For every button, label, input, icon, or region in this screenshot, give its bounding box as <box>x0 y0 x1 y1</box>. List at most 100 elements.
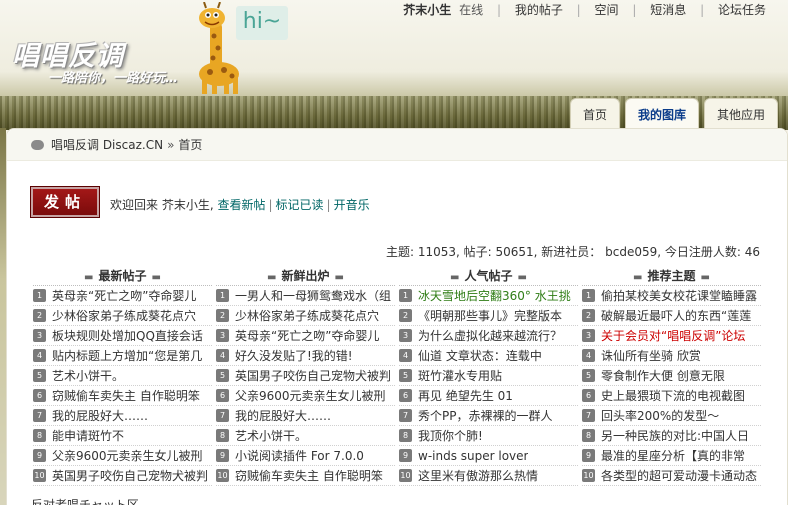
thread-row: 10 各类型的超可爱动漫卡通动态 <box>582 466 761 486</box>
thread-row: 6 再见 绝望先生 01 <box>399 386 578 406</box>
rank-number-icon: 2 <box>216 309 229 322</box>
forum-stats: 主题: 11053, 帖子: 50651, 新进社员： bcde059, 今日注… <box>385 245 760 259</box>
rank-number-icon: 9 <box>216 449 229 462</box>
heading-bar-icon: ▬ <box>334 272 344 283</box>
online-status[interactable]: 在线 <box>459 3 483 17</box>
thread-title-link[interactable]: 秀个PP，赤裸裸的一群人 <box>418 406 552 425</box>
thread-title-link[interactable]: 我的屁股好大…… <box>52 406 148 425</box>
thread-title-link[interactable]: 艺术小饼干。 <box>235 426 307 445</box>
username-link[interactable]: 芥末小生 <box>403 3 451 17</box>
rank-number-icon: 7 <box>582 409 595 422</box>
thread-title-link[interactable]: 英国男子咬伤自己宠物犬被判 <box>235 366 391 385</box>
music-toggle-link[interactable]: 开音乐 <box>334 198 370 212</box>
thread-row: 7 回头率200%的发型～ <box>582 406 761 426</box>
column-heading: ▬ 人气帖子 ▬ <box>399 267 578 286</box>
thread-title-link[interactable]: 这里米有傲游那么热情 <box>418 466 538 485</box>
messages-link[interactable]: 短消息 <box>650 3 686 17</box>
welcome-bar: 欢迎回来 芥末小生, 查看新帖 | 标记已读 | 开音乐 <box>110 196 370 213</box>
column-fresh-posts: ▬ 新鲜出炉 ▬ 1 一男人和一母狮鸳鸯戏水（组 2 少林俗家弟子练成葵花点穴 3 英母亲“死亡… <box>216 267 399 486</box>
column-popular-posts: ▬ 人气帖子 ▬ 1 冰天雪地后空翻360° 水王挑 2 《明朝那些事儿》完整版本 3 为什么虚… <box>399 267 582 486</box>
rank-number-icon: 2 <box>33 309 46 322</box>
thread-title-link[interactable]: 偷拍某校美女校花课堂瞌睡露 <box>601 286 757 305</box>
mark-read-link[interactable]: 标记已读 <box>276 198 324 212</box>
heading-bar-icon: ▬ <box>151 272 161 283</box>
forum-tasks-link[interactable]: 论坛任务 <box>718 3 766 17</box>
thread-title-link[interactable]: 《明朝那些事儿》完整版本 <box>418 306 562 325</box>
column-heading-label: 推荐主题 <box>647 269 696 283</box>
thread-row: 6 窃贼偷车卖失主 自作聪明笨 <box>33 386 212 406</box>
thread-row: 3 板块规则处增加QQ直接会话 <box>33 326 212 346</box>
thread-title-link[interactable]: 父亲9600元卖亲生女儿被刑 <box>52 446 203 465</box>
breadcrumb-separator: » <box>167 137 175 152</box>
nav-tab-home[interactable]: 首页 <box>569 98 620 130</box>
heading-bar-icon: ▬ <box>450 272 460 283</box>
rank-number-icon: 7 <box>216 409 229 422</box>
thread-row: 9 父亲9600元卖亲生女儿被刑 <box>33 446 212 466</box>
thread-row: 6 史上最猥琐下流的电视截图 <box>582 386 761 406</box>
breadcrumb-site-link[interactable]: 唱唱反调 Discaz.CN <box>51 136 163 153</box>
nav-tab-my-gallery[interactable]: 我的图库 <box>624 98 699 130</box>
thread-title-link[interactable]: 关于会员对“唱唱反调”论坛 <box>601 326 745 345</box>
rank-number-icon: 5 <box>33 369 46 382</box>
thread-title-link[interactable]: 再见 绝望先生 01 <box>418 386 513 405</box>
view-new-posts-link[interactable]: 查看新帖 <box>217 198 265 212</box>
hi-speech-bubble: hi~ <box>236 6 288 40</box>
thread-row: 8 另一种民族的对比:中国人日 <box>582 426 761 446</box>
rank-number-icon: 3 <box>216 329 229 342</box>
rank-number-icon: 7 <box>33 409 46 422</box>
thread-title-link[interactable]: 英母亲“死亡之吻”夺命婴儿 <box>52 286 196 305</box>
thread-row: 10 这里米有傲游那么热情 <box>399 466 578 486</box>
column-latest-posts: ▬ 最新帖子 ▬ 1 英母亲“死亡之吻”夺命婴儿 2 少林俗家弟子练成葵花点穴 3 板块规则处增… <box>33 267 216 486</box>
column-recommended-topics: ▬ 推荐主题 ▬ 1 偷拍某校美女校花课堂瞌睡露 2 破解最近最吓人的东西“莲莲 3 关于会员对… <box>582 267 765 486</box>
nav-tab-other-apps[interactable]: 其他应用 <box>703 98 778 130</box>
rank-number-icon: 4 <box>399 349 412 362</box>
thread-title-link[interactable]: 能申请斑竹不 <box>52 426 124 445</box>
new-post-button[interactable]: 发帖 <box>30 186 100 218</box>
thread-row: 7 我的屁股好大…… <box>216 406 395 426</box>
thread-title-link[interactable]: 回头率200%的发型～ <box>601 406 719 425</box>
thread-title-link[interactable]: 少林俗家弟子练成葵花点穴 <box>52 306 196 325</box>
thread-title-link[interactable]: 为什么虚拟化越来越流行？ <box>418 326 562 345</box>
space-link[interactable]: 空间 <box>595 3 619 17</box>
thread-title-link[interactable]: 艺术小饼干。 <box>52 366 124 385</box>
thread-title-link[interactable]: 各类型的超可爱动漫卡通动态 <box>601 466 757 485</box>
thread-title-link[interactable]: 窃贼偷车卖失主 自作聪明笨 <box>52 386 200 405</box>
thread-title-link[interactable]: 斑竹灌水专用贴 <box>418 366 502 385</box>
thread-row: 5 英国男子咬伤自己宠物犬被判 <box>216 366 395 386</box>
thread-title-link[interactable]: 好久没发贴了!我的错! <box>235 346 353 365</box>
thread-title-link[interactable]: 贴内标题上方增加“您是第几 <box>52 346 202 365</box>
rank-number-icon: 2 <box>582 309 595 322</box>
thread-title-link[interactable]: 少林俗家弟子练成葵花点穴 <box>235 306 379 325</box>
thread-row: 4 诛仙所有坐骑 欣赏 <box>582 346 761 366</box>
thread-title-link[interactable]: 仙道 文章状态：连载中 <box>418 346 542 365</box>
thread-title-link[interactable]: 诛仙所有坐骑 欣赏 <box>601 346 701 365</box>
thread-title-link[interactable]: 一男人和一母狮鸳鸯戏水（组 <box>235 286 391 305</box>
thread-title-link[interactable]: w-inds super lover <box>418 446 528 465</box>
column-heading: ▬ 新鲜出炉 ▬ <box>216 267 395 286</box>
hot-threads-grid: ▬ 最新帖子 ▬ 1 英母亲“死亡之吻”夺命婴儿 2 少林俗家弟子练成葵花点穴 3 板块规则处增… <box>33 267 765 486</box>
thread-title-link[interactable]: 小说阅读插件 For 7.0.0 <box>235 446 364 465</box>
thread-title-link[interactable]: 破解最近最吓人的东西“莲莲 <box>601 306 751 325</box>
thread-title-link[interactable]: 零食制作大便 创意无限 <box>601 366 725 385</box>
thread-title-link[interactable]: 另一种民族的对比:中国人日 <box>601 426 749 445</box>
thread-title-link[interactable]: 板块规则处增加QQ直接会话 <box>52 326 203 345</box>
thread-title-link[interactable]: 英母亲“死亡之吻”夺命婴儿 <box>235 326 379 345</box>
thread-row: 3 为什么虚拟化越来越流行？ <box>399 326 578 346</box>
thread-title-link[interactable]: 父亲9600元卖亲生女儿被刑 <box>235 386 386 405</box>
thread-title-link[interactable]: 英国男子咬伤自己宠物犬被判 <box>52 466 208 485</box>
breadcrumb-current: 首页 <box>178 138 203 152</box>
rank-number-icon: 3 <box>33 329 46 342</box>
thread-title-link[interactable]: 我顶你个肺! <box>418 426 483 445</box>
thread-title-link[interactable]: 最准的星座分析【真的非常 <box>601 446 745 465</box>
thread-row: 9 小说阅读插件 For 7.0.0 <box>216 446 395 466</box>
heading-bar-icon: ▬ <box>517 272 527 283</box>
thread-title-link[interactable]: 我的屁股好大…… <box>235 406 331 425</box>
next-section-heading: 反对者唱チャット区 <box>31 498 139 505</box>
rank-number-icon: 6 <box>33 389 46 402</box>
thread-title-link[interactable]: 冰天雪地后空翻360° 水王挑 <box>418 286 571 305</box>
my-posts-link[interactable]: 我的帖子 <box>515 3 563 17</box>
thread-title-link[interactable]: 窃贼偷车卖失主 自作聪明笨 <box>235 466 383 485</box>
thread-row: 3 关于会员对“唱唱反调”论坛 <box>582 326 761 346</box>
thread-title-link[interactable]: 史上最猥琐下流的电视截图 <box>601 386 745 405</box>
thread-row: 4 仙道 文章状态：连载中 <box>399 346 578 366</box>
